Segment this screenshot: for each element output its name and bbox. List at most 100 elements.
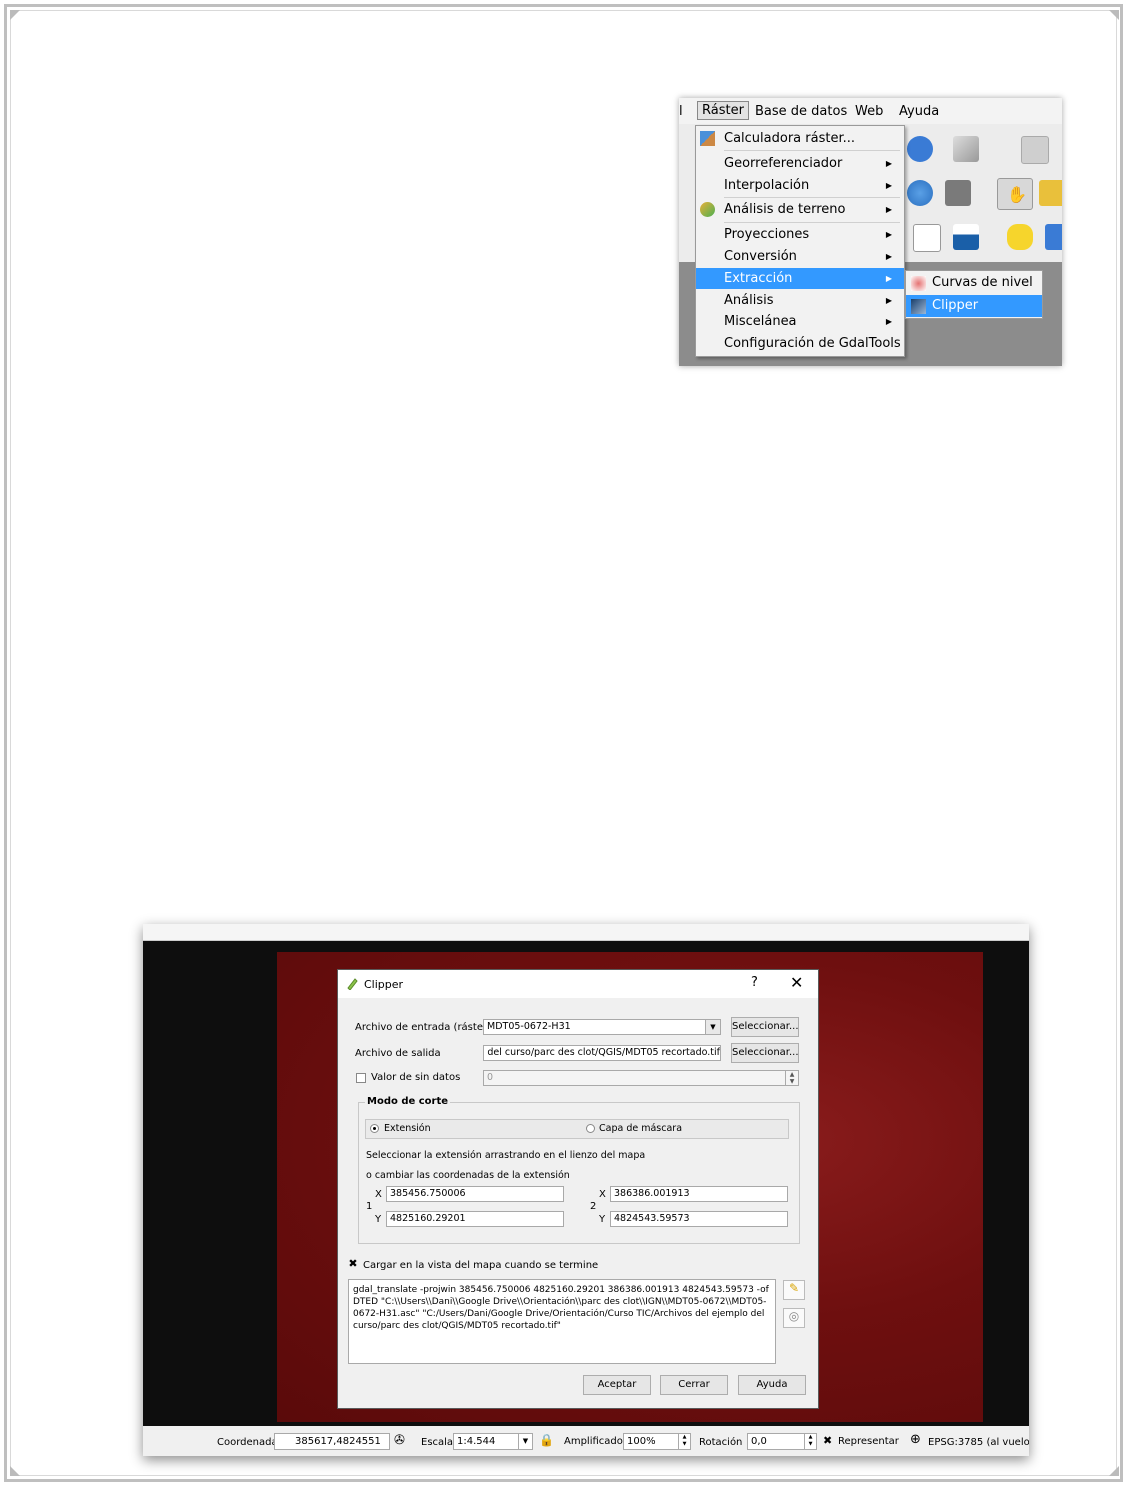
load-label: Cargar en la vista del mapa cuando se te…	[363, 1260, 599, 1271]
help-button[interactable]: ?	[751, 975, 758, 990]
select-input-button[interactable]: Seleccionar...	[731, 1017, 799, 1037]
submenu-arrow-icon: ▶	[885, 317, 892, 326]
point1-y-field[interactable]: 4825160.29201	[386, 1211, 564, 1227]
accept-button[interactable]: Aceptar	[583, 1375, 651, 1395]
input-file-combobox[interactable]: MDT05-0672-H31 ▼	[483, 1019, 721, 1035]
menu-partial-item[interactable]: l	[679, 104, 683, 119]
point1-x-label: X	[375, 1189, 382, 1200]
submenu-arrow-icon: ▶	[885, 205, 892, 214]
corner-ornament	[10, 10, 20, 20]
point2-y-label: Y	[599, 1214, 606, 1225]
menu-item-label: Proyecciones	[724, 227, 810, 242]
reset-command-icon[interactable]: ◎	[783, 1308, 805, 1328]
nodata-value: 0	[487, 1072, 494, 1083]
point2-y-field[interactable]: 4824543.59573	[610, 1211, 788, 1227]
extent-hint-2: o cambiar las coordenadas de la extensió…	[366, 1170, 570, 1181]
input-file-label: Archivo de entrada (ráster)	[355, 1022, 491, 1033]
submenu-item-label: Curvas de nivel	[932, 275, 1033, 290]
coordinate-field[interactable]: 385617,4824551	[274, 1433, 390, 1450]
map-tips-icon[interactable]	[1007, 224, 1033, 250]
measure-icon[interactable]	[953, 224, 979, 250]
nodata-checkbox[interactable]	[356, 1073, 366, 1083]
menu-item-extraction[interactable]: Extracción ▶	[696, 268, 904, 289]
coordinate-label: Coordenada	[217, 1437, 278, 1448]
spin-arrows-icon[interactable]: ▲ ▼	[785, 1071, 798, 1085]
scale-combobox[interactable]: 1:4.544 ▼	[453, 1433, 533, 1450]
spin-arrows-icon[interactable]: ▲ ▼	[804, 1434, 816, 1449]
scale-value: 1:4.544	[457, 1436, 496, 1447]
status-bar: Coordenada 385617,4824551 ✇ Escala 1:4.5…	[143, 1426, 1029, 1456]
menu-database[interactable]: Base de datos	[755, 104, 847, 119]
pencil-icon[interactable]	[953, 136, 979, 162]
chevron-down-icon[interactable]: ▼	[518, 1434, 532, 1449]
magnifier-spinbox[interactable]: 100% ▲ ▼	[623, 1433, 691, 1450]
output-file-field[interactable]: plo del curso/parc des clot/QGIS/MDT05 r…	[483, 1045, 721, 1061]
submenu-arrow-icon: ▶	[885, 274, 892, 283]
pan-to-selection-icon[interactable]	[1039, 180, 1062, 206]
menu-item-gdaltools-settings[interactable]: Configuración de GdalTools	[696, 333, 904, 354]
menu-separator	[724, 150, 900, 151]
menu-separator	[724, 197, 900, 198]
contour-icon	[911, 276, 926, 291]
crs-label[interactable]: EPSG:3785 (al vuelo)	[928, 1437, 1029, 1448]
rotation-value: 0,0	[751, 1436, 767, 1447]
menu-item-miscellaneous[interactable]: Miscelánea ▶	[696, 311, 904, 332]
menu-raster[interactable]: Ráster	[697, 101, 749, 120]
attribute-table-icon[interactable]	[913, 224, 941, 252]
select-output-button[interactable]: Seleccionar...	[731, 1043, 799, 1063]
render-checkbox[interactable]: ✖	[823, 1434, 832, 1447]
mode-radio-bar: Extensión Capa de máscara	[365, 1119, 789, 1139]
radio-extent-label: Extensión	[384, 1123, 431, 1134]
spin-arrows-icon[interactable]: ▲ ▼	[678, 1434, 690, 1449]
menu-item-label: Análisis de terreno	[724, 202, 846, 217]
point1-y-label: Y	[375, 1214, 382, 1225]
menu-item-analysis[interactable]: Análisis ▶	[696, 290, 904, 311]
extraction-submenu: Curvas de nivel Clipper	[905, 270, 1043, 319]
point2-x-field[interactable]: 386386.001913	[610, 1186, 788, 1202]
point1-x-field[interactable]: 385456.750006	[386, 1186, 564, 1202]
radio-extent[interactable]	[370, 1124, 379, 1133]
menu-item-label: Análisis	[724, 293, 774, 308]
menu-item-terrain-analysis[interactable]: Análisis de terreno ▶	[696, 199, 904, 220]
database-icon[interactable]	[907, 136, 933, 162]
radio-mask[interactable]	[586, 1124, 595, 1133]
submenu-item-contours[interactable]: Curvas de nivel	[906, 272, 1042, 294]
edit-command-icon[interactable]: ✎	[783, 1280, 805, 1300]
plugin-icon[interactable]	[1045, 224, 1062, 250]
menu-item-label: Conversión	[724, 249, 797, 264]
clipper-dialog-screenshot: Clipper ? ✕ Archivo de entrada (ráster) …	[143, 924, 1029, 1456]
menu-help[interactable]: Ayuda	[899, 104, 939, 119]
extent-hint-1: Seleccionar la extensión arrastrando en …	[366, 1150, 646, 1161]
crs-globe-icon[interactable]: ⊕	[910, 1432, 921, 1447]
chevron-down-icon[interactable]: ▼	[705, 1020, 720, 1034]
menu-item-georeferencer[interactable]: Georreferenciador ▶	[696, 153, 904, 174]
help-dialog-button[interactable]: Ayuda	[738, 1375, 806, 1395]
close-button[interactable]: Cerrar	[660, 1375, 728, 1395]
input-file-value: MDT05-0672-H31	[487, 1021, 571, 1032]
nodata-spinbox[interactable]: 0 ▲ ▼	[483, 1070, 799, 1086]
menu-item-interpolation[interactable]: Interpolación ▶	[696, 175, 904, 196]
rotation-spinbox[interactable]: 0,0 ▲ ▼	[747, 1433, 817, 1450]
raster-layer-icon[interactable]	[945, 180, 971, 206]
mouse-coordinate-toggle-icon[interactable]: ✇	[394, 1433, 405, 1448]
pan-hand-icon[interactable]: ✋	[997, 178, 1033, 210]
lock-icon[interactable]: 🔒	[539, 1433, 554, 1447]
magnifier-value: 100%	[627, 1436, 656, 1447]
menu-item-conversion[interactable]: Conversión ▶	[696, 246, 904, 267]
menu-item-label: Extracción	[724, 271, 793, 286]
raster-calculator-icon	[700, 131, 715, 146]
globe-icon[interactable]	[907, 180, 933, 206]
cut-mode-group: Modo de corte Extensión Capa de máscara …	[358, 1096, 800, 1244]
submenu-item-clipper[interactable]: Clipper	[906, 295, 1042, 317]
menu-item-raster-calculator[interactable]: Calculadora ráster...	[696, 128, 904, 149]
load-checkbox[interactable]: ✖	[348, 1258, 358, 1270]
close-icon[interactable]: ✕	[790, 973, 803, 992]
menu-item-label: Configuración de GdalTools	[724, 336, 901, 351]
menu-web[interactable]: Web	[855, 104, 883, 119]
gdal-command-textarea[interactable]: gdal_translate -projwin 385456.750006 48…	[348, 1279, 776, 1364]
dialog-titlebar: Clipper ? ✕	[338, 970, 818, 998]
save-icon[interactable]	[1021, 136, 1049, 164]
menu-item-label: Miscelánea	[724, 314, 797, 329]
point2-x-label: X	[599, 1189, 606, 1200]
menu-item-projections[interactable]: Proyecciones ▶	[696, 224, 904, 245]
